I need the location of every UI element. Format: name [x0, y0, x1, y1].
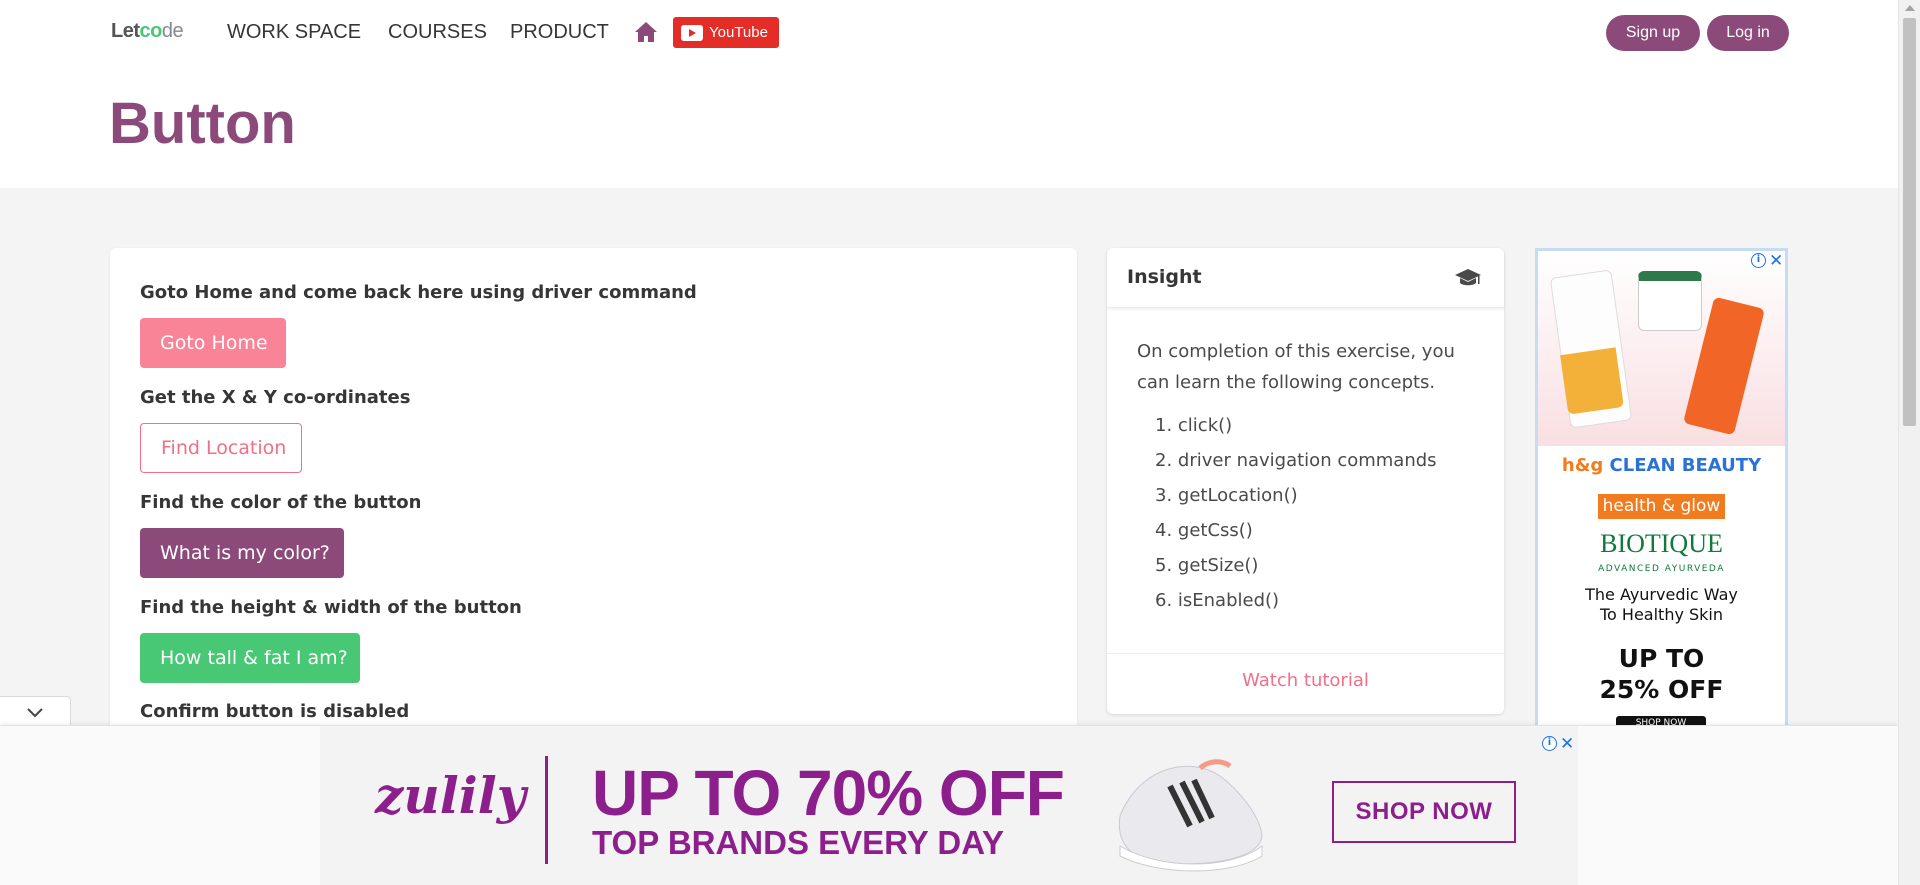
youtube-play-icon [681, 24, 703, 41]
question-coordinates: Get the X & Y co-ordinates [140, 387, 411, 408]
chevron-down-icon [27, 708, 43, 718]
ad-biotique-logo: BIOTIQUE [1600, 529, 1723, 558]
sneaker-image [1118, 759, 1263, 872]
ad-info-icon[interactable]: i [1751, 253, 1766, 268]
concept-item: 2. driver navigation commands [1155, 450, 1437, 471]
page-title: Button [109, 91, 296, 156]
home-icon[interactable] [634, 21, 658, 43]
bottom-ad-info-icon[interactable]: i [1542, 736, 1557, 751]
collapse-ad-tab[interactable] [0, 696, 71, 728]
insight-card: Insight On completion of this exercise, … [1107, 248, 1504, 714]
goto-home-button[interactable]: Goto Home [140, 318, 286, 368]
bottom-advertisement[interactable]: zulily UP TO 70% OFF TOP BRANDS EVERY DA… [320, 726, 1578, 885]
letcode-logo[interactable]: Letcode [111, 20, 184, 43]
color-button[interactable]: What is my color? [140, 528, 344, 578]
question-disabled: Confirm button is disabled [140, 701, 410, 722]
youtube-button[interactable]: YouTube [673, 17, 779, 48]
nav-product-link[interactable]: PRODUCT [510, 21, 609, 44]
watch-tutorial-link[interactable]: Watch tutorial [1107, 670, 1504, 691]
graduation-cap-icon [1455, 269, 1481, 286]
page-scrollbar[interactable] [1898, 0, 1920, 885]
ad-subline: TOP BRANDS EVERY DAY [592, 824, 1005, 861]
concept-item: 5. getSize() [1155, 555, 1259, 576]
insight-description: On completion of this exercise, you can … [1137, 341, 1455, 393]
question-color: Find the color of the button [140, 492, 422, 513]
nav-workspace-link[interactable]: WORK SPACE [227, 21, 361, 44]
find-location-button[interactable]: Find Location [140, 423, 302, 473]
exercise-card: Goto Home and come back here using drive… [110, 248, 1077, 768]
concept-list: 1. click() 2. driver navigation commands… [1155, 415, 1437, 625]
concept-item: 3. getLocation() [1155, 485, 1298, 506]
bottom-ad-close-icon[interactable]: ✕ [1560, 734, 1574, 754]
side-advertisement[interactable]: i ✕ h&g CLEAN BEAUTY health & glow BIOTI… [1535, 248, 1788, 731]
shop-now-button[interactable]: SHOP NOW [1332, 781, 1516, 843]
ad-badge: health & glow [1598, 494, 1725, 519]
hero-section: Button [0, 64, 1898, 188]
ad-product-image [1538, 251, 1785, 446]
ad-brand: h&g CLEAN BEAUTY [1561, 455, 1762, 476]
question-goto-home: Goto Home and come back here using drive… [140, 282, 697, 303]
zulily-logo: zulily [375, 766, 526, 825]
scroll-thumb[interactable] [1903, 18, 1916, 426]
ad-biotique-sub: ADVANCED AYURVEDA [1598, 564, 1725, 574]
ad-offer: UP TO 25% OFF [1599, 644, 1724, 704]
bottom-ad-bar: zulily UP TO 70% OFF TOP BRANDS EVERY DA… [0, 725, 1898, 885]
ad-tagline: The Ayurvedic Way To Healthy Skin [1585, 585, 1738, 624]
log-in-button[interactable]: Log in [1707, 15, 1789, 51]
size-button[interactable]: How tall & fat I am? [140, 633, 360, 683]
concept-item: 1. click() [1155, 415, 1233, 436]
concept-item: 4. getCss() [1155, 520, 1253, 541]
insight-title: Insight [1127, 266, 1202, 288]
insight-footer: Watch tutorial [1107, 653, 1504, 714]
concept-item: 6. isEnabled() [1155, 590, 1280, 611]
insight-header: Insight [1107, 248, 1504, 308]
nav-courses-link[interactable]: COURSES [388, 21, 487, 44]
navbar: Letcode WORK SPACE COURSES PRODUCT YouTu… [0, 0, 1898, 64]
scroll-up-arrow-icon[interactable] [1905, 5, 1915, 11]
question-size: Find the height & width of the button [140, 597, 522, 618]
sign-up-button[interactable]: Sign up [1606, 15, 1700, 51]
ad-divider [545, 756, 548, 864]
ad-close-icon[interactable]: ✕ [1769, 251, 1783, 271]
youtube-label: YouTube [709, 24, 768, 41]
ad-headline: UP TO 70% OFF [592, 757, 1065, 829]
